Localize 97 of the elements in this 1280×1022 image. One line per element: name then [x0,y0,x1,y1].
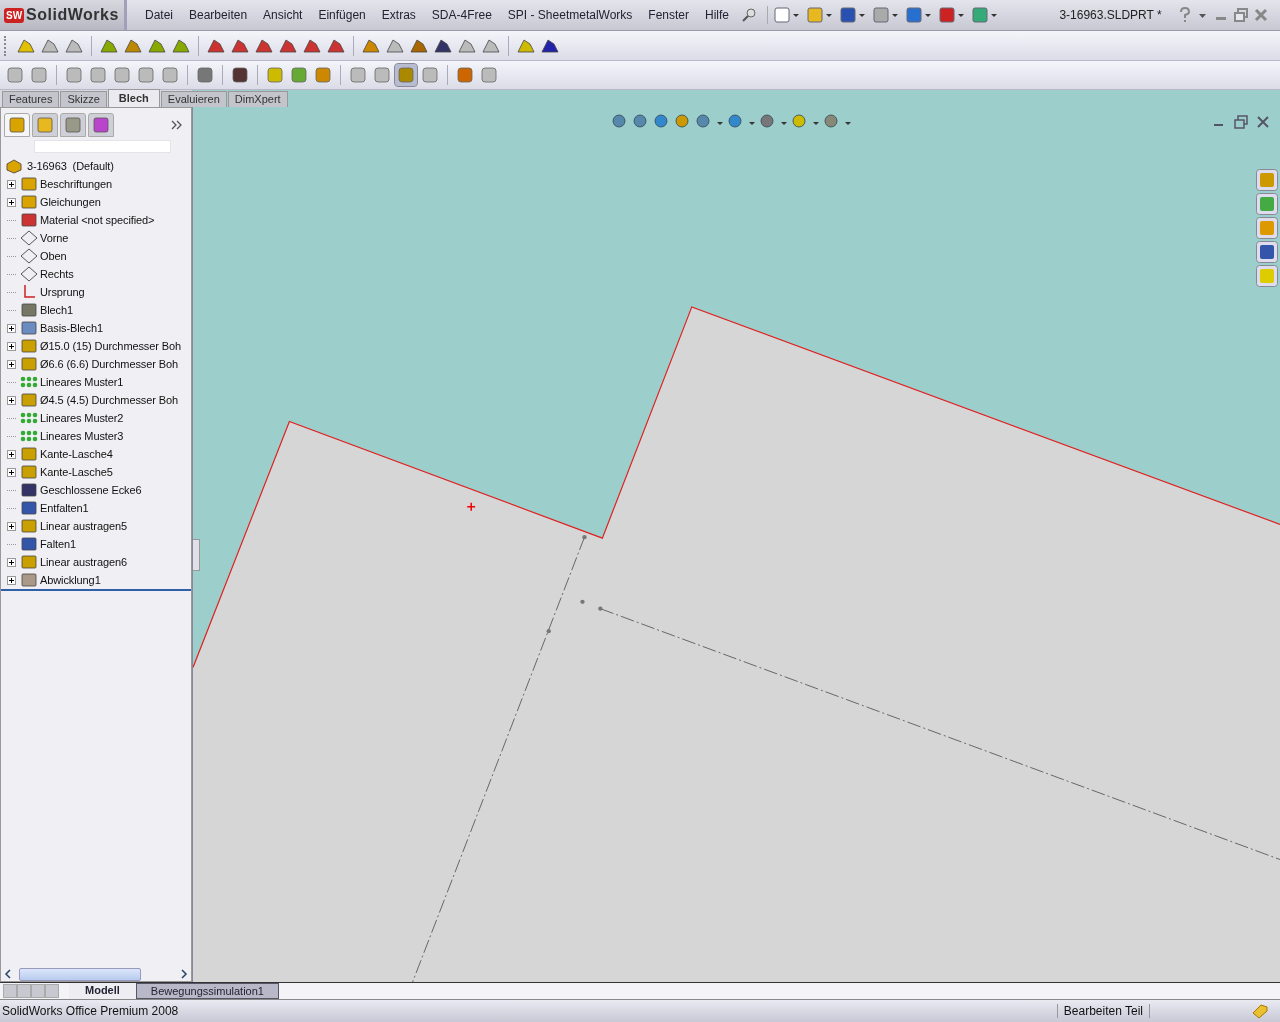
close-icon[interactable] [1254,7,1268,23]
tag-icon[interactable] [1250,1003,1270,1019]
document-title: 3-16963.SLDPRT * [1058,8,1163,22]
pattern-icon [20,410,38,426]
quick-access-icon[interactable] [838,6,859,24]
expand-icon[interactable] [7,395,16,405]
tree-item[interactable]: Geschlossene Ecke6 [38,484,142,496]
model-tab[interactable]: Bewegungssimulation1 [135,983,279,999]
tree-item[interactable]: Beschriftungen [38,178,112,190]
manager-tab-icon[interactable] [88,113,114,137]
tree-item[interactable]: Rechts [38,268,74,280]
tree-item[interactable]: Ursprung [38,286,85,298]
tree-item[interactable]: Ø15.0 (15) Durchmesser Boh [38,340,182,352]
tree-item[interactable]: Gleichungen [38,196,101,208]
tree-item[interactable]: Linear austragen5 [38,520,127,532]
expand-icon[interactable] [7,341,16,351]
double-chevron-icon[interactable] [171,119,183,131]
pattern-icon [20,374,38,390]
expand-icon[interactable] [7,323,16,333]
tree-item[interactable]: Lineares Muster3 [38,430,124,442]
logo-text: SolidWorks [26,6,119,24]
tree-item[interactable]: Linear austragen6 [38,556,127,568]
plane-icon [20,230,38,246]
manager-tab-icon[interactable] [60,113,86,137]
filter-field[interactable] [34,140,171,153]
scrollbar-thumb[interactable] [19,968,141,981]
menu-item[interactable]: Extras [373,8,424,22]
command-tab[interactable]: Evaluieren [160,91,227,107]
menu-item[interactable]: SPI - SheetmetalWorks [499,8,641,22]
manager-tab-icon[interactable] [32,113,58,137]
view-tool-icon[interactable] [653,113,671,131]
view-tool-icon[interactable] [695,113,713,131]
tree-item[interactable]: 3-16963 (Default) [25,160,114,172]
tree-item[interactable]: Basis-Blech1 [38,322,103,334]
expand-icon[interactable] [7,197,16,207]
plane-icon [20,266,38,282]
status-text: SolidWorks Office Premium 2008 [2,1004,180,1018]
menu-item[interactable]: SDA-4Free [423,8,500,22]
menu-item[interactable]: Fenster [640,8,698,22]
view-tool-icon[interactable] [727,113,745,131]
tree-item[interactable]: Blech1 [38,304,74,316]
pin-icon[interactable] [741,7,758,23]
plane-icon [20,248,38,264]
tree-item[interactable]: Entfalten1 [38,502,89,514]
tree-item[interactable]: Abwicklung1 [38,574,101,586]
expand-icon[interactable] [7,521,16,531]
part-icon [5,158,23,174]
menu-item[interactable]: Einfügen [310,8,374,22]
tree-item[interactable]: Kante-Lasche5 [38,466,113,478]
view-tool-icon[interactable] [632,113,650,131]
expand-icon[interactable] [7,575,16,585]
view-tool-icon[interactable] [759,113,777,131]
task-pane-icon[interactable] [1256,265,1278,287]
command-tab[interactable]: DimXpert [227,91,288,107]
task-pane-icon[interactable] [1256,193,1278,215]
tree-item[interactable]: Ø4.5 (4.5) Durchmesser Boh [38,394,178,406]
tree-item[interactable]: Ø6.6 (6.6) Durchmesser Boh [38,358,178,370]
tree-item[interactable]: Falten1 [38,538,76,550]
tree-item[interactable]: Oben [38,250,67,262]
menu-item[interactable]: Datei [137,8,181,22]
expand-icon[interactable] [7,557,16,567]
view-tool-icon[interactable] [823,113,841,131]
model-tab[interactable]: Modell [69,983,136,999]
tree-item[interactable]: Vorne [38,232,69,244]
restore-icon[interactable] [1234,7,1248,23]
panel-splitter-handle[interactable] [193,539,200,571]
tree-item[interactable]: Lineares Muster2 [38,412,124,424]
origin-marker-icon [466,502,476,512]
close-icon[interactable] [1256,115,1270,129]
tool-icon[interactable] [194,64,216,86]
manager-tab-icon[interactable] [4,113,30,137]
quick-access-icon[interactable] [904,6,925,24]
expand-icon[interactable] [7,467,16,477]
expand-icon[interactable] [7,179,16,189]
command-tab[interactable]: Blech [107,89,160,107]
task-pane-icon[interactable] [1256,241,1278,263]
menu-item[interactable]: Ansicht [255,8,311,22]
command-tab[interactable]: Features [2,91,60,107]
tree-item[interactable]: Kante-Lasche4 [38,448,113,460]
expand-icon[interactable] [7,449,16,459]
menu-item[interactable]: Bearbeiten [181,8,256,22]
view-tool-icon[interactable] [611,113,629,131]
task-pane-icon[interactable] [1256,217,1278,239]
pattern-icon [20,428,38,444]
expand-icon[interactable] [7,359,16,369]
quick-access-icon[interactable] [937,6,958,24]
tree-item[interactable]: Material <not specified> [38,214,155,226]
logo-badge: SW [4,7,25,23]
tree-item[interactable]: Lineares Muster1 [38,376,124,388]
status-mode: Bearbeiten Teil [1056,1004,1150,1018]
tool-icon[interactable] [229,64,251,86]
command-tab[interactable]: Skizze [60,91,107,107]
help-icon[interactable] [1178,7,1192,23]
view-tool-icon[interactable] [674,113,692,131]
menu-item[interactable]: Hilfe [697,8,738,22]
restore-icon[interactable] [1234,115,1248,129]
task-pane-icon[interactable] [1256,169,1278,191]
